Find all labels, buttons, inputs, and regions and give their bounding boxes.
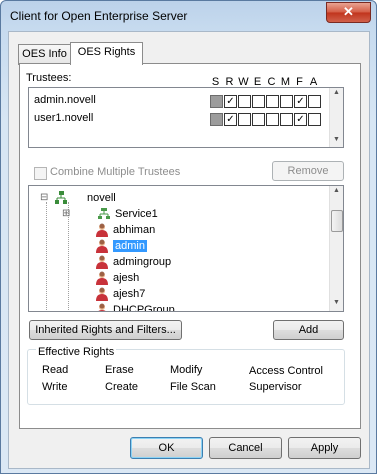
tree-item-label: ajesh bbox=[113, 272, 140, 284]
trustee-name[interactable]: user1.novell bbox=[34, 112, 93, 124]
right-checkbox-e[interactable] bbox=[252, 113, 265, 126]
right-read: Read bbox=[42, 364, 69, 376]
right-write: Write bbox=[42, 381, 68, 393]
tree-line bbox=[46, 202, 47, 311]
right-checkbox-a[interactable] bbox=[308, 95, 321, 108]
button-label: Add bbox=[298, 324, 319, 336]
user-icon bbox=[96, 271, 108, 285]
right-erase: Erase bbox=[105, 364, 134, 376]
scroll-down-icon[interactable]: ▼ bbox=[333, 299, 340, 306]
tab-oes-rights[interactable]: OES Rights bbox=[70, 42, 143, 65]
cancel-button[interactable]: Cancel bbox=[209, 437, 282, 459]
dialog-client-area: OES Info OES Rights Trustees: S R W E C … bbox=[8, 31, 370, 469]
right-checkbox-r[interactable]: ✓ bbox=[224, 113, 237, 126]
right-checkbox-m[interactable] bbox=[280, 113, 293, 126]
user-icon bbox=[96, 223, 108, 237]
trustees-label: Trustees: bbox=[26, 72, 72, 84]
button-label: Apply bbox=[310, 442, 339, 454]
dialog-window: Client for Open Enterprise Server ✕ OES … bbox=[0, 0, 377, 474]
tab-label: OES Rights bbox=[77, 46, 136, 58]
effective-rights-label: Effective Rights bbox=[36, 346, 117, 358]
combine-trustees-checkbox[interactable] bbox=[34, 167, 47, 180]
tree-item-user[interactable]: admingroup bbox=[113, 254, 171, 270]
user-icon bbox=[98, 303, 106, 311]
scroll-down-icon[interactable]: ▼ bbox=[333, 136, 340, 143]
right-checkbox-f[interactable]: ✓ bbox=[294, 95, 307, 108]
tree-item-label: admingroup bbox=[113, 256, 172, 268]
tree-item-label: abhiman bbox=[113, 224, 156, 236]
right-checkbox-a[interactable] bbox=[308, 113, 321, 126]
tab-oes-info[interactable]: OES Info bbox=[18, 44, 71, 65]
right-checkbox-c[interactable] bbox=[266, 95, 279, 108]
right-checkbox-e[interactable] bbox=[252, 95, 265, 108]
user-icon bbox=[96, 255, 108, 269]
right-checkbox-s[interactable] bbox=[210, 95, 223, 108]
close-button[interactable]: ✕ bbox=[326, 2, 371, 23]
trustee-name[interactable]: admin.novell bbox=[34, 94, 96, 106]
remove-button[interactable]: Remove bbox=[272, 161, 344, 181]
right-checkbox-w[interactable] bbox=[238, 95, 251, 108]
service-icon bbox=[98, 208, 110, 219]
tree-root-label[interactable]: novell bbox=[87, 190, 116, 206]
scroll-up-icon[interactable]: ▲ bbox=[333, 187, 340, 194]
right-checkbox-f[interactable]: ✓ bbox=[294, 113, 307, 126]
tree-item-label: admin bbox=[113, 240, 147, 252]
tree-item-service1[interactable]: Service1 bbox=[115, 206, 158, 222]
tab-label: OES Info bbox=[22, 48, 67, 60]
expand-icon[interactable]: ⊞ bbox=[62, 206, 70, 222]
tree-item-user[interactable]: ajesh7 bbox=[113, 286, 145, 302]
combine-trustees-label: Combine Multiple Trustees bbox=[50, 166, 181, 178]
tree-scrollbar[interactable]: ▲ ▼ bbox=[329, 186, 343, 311]
user-icon bbox=[96, 239, 108, 253]
tree-item-user[interactable]: DHCPGroup bbox=[113, 302, 175, 312]
close-icon: ✕ bbox=[343, 4, 354, 19]
right-supervisor: Supervisor bbox=[249, 381, 302, 393]
scroll-up-icon[interactable]: ▲ bbox=[333, 89, 340, 96]
right-checkbox-w[interactable] bbox=[238, 113, 251, 126]
button-label: OK bbox=[158, 442, 175, 454]
right-checkbox-r[interactable]: ✓ bbox=[224, 95, 237, 108]
right-create: Create bbox=[105, 381, 139, 393]
trustees-scrollbar[interactable]: ▲ ▼ bbox=[329, 88, 343, 147]
right-file-scan: File Scan bbox=[170, 381, 216, 393]
right-checkbox-m[interactable] bbox=[280, 95, 293, 108]
right-modify: Modify bbox=[170, 364, 203, 376]
button-label: Inherited Rights and Filters... bbox=[35, 324, 176, 336]
tree-item-user[interactable]: ajesh bbox=[113, 270, 139, 286]
ok-button[interactable]: OK bbox=[130, 437, 203, 459]
window-title: Client for Open Enterprise Server bbox=[10, 9, 188, 23]
title-bar[interactable]: Client for Open Enterprise Server ✕ bbox=[1, 1, 376, 31]
button-label: Cancel bbox=[228, 442, 263, 454]
right-access-control: Access Control bbox=[249, 365, 323, 377]
tree-item-user[interactable]: abhiman bbox=[113, 222, 155, 238]
add-button[interactable]: Add bbox=[273, 320, 344, 340]
network-root-icon bbox=[55, 191, 67, 204]
tree-item-label: DHCPGroup bbox=[113, 304, 175, 312]
scroll-thumb[interactable] bbox=[331, 210, 343, 232]
apply-button[interactable]: Apply bbox=[288, 437, 361, 459]
right-checkbox-s[interactable] bbox=[210, 113, 223, 126]
button-label: Remove bbox=[287, 165, 329, 177]
right-checkbox-c[interactable] bbox=[266, 113, 279, 126]
tree-item-label: ajesh7 bbox=[113, 288, 146, 300]
inherited-rights-button[interactable]: Inherited Rights and Filters... bbox=[29, 320, 182, 340]
directory-tree[interactable]: ⊟ novell ⊞ Service1 abhiman admin admingro… bbox=[28, 185, 344, 312]
user-icon bbox=[96, 287, 108, 301]
collapse-icon[interactable]: ⊟ bbox=[40, 190, 48, 206]
tree-item-user[interactable]: admin bbox=[113, 238, 147, 254]
